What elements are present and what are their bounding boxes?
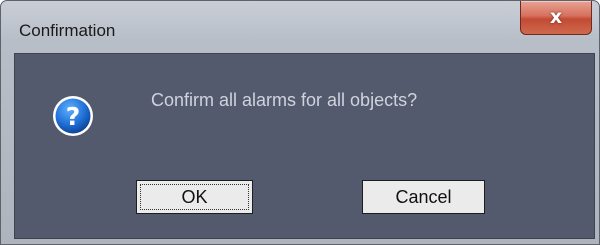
ok-button[interactable]: OK [136,180,253,214]
question-icon: ? [53,96,93,136]
window-title: Confirmation [19,21,116,40]
cancel-button-label: Cancel [395,187,452,207]
cancel-button[interactable]: Cancel [362,180,485,214]
title-bar[interactable]: Confirmation x [1,1,599,45]
svg-text:?: ? [66,102,81,131]
ok-button-label: OK [181,187,208,207]
dialog-body: ? Confirm all alarms for all objects? OK… [14,53,595,239]
close-icon: x [549,6,563,28]
confirmation-dialog: Confirmation x ? Confirm all alarms for … [0,0,600,245]
close-button[interactable]: x [520,1,592,35]
confirmation-message: Confirm all alarms for all objects? [151,90,418,110]
